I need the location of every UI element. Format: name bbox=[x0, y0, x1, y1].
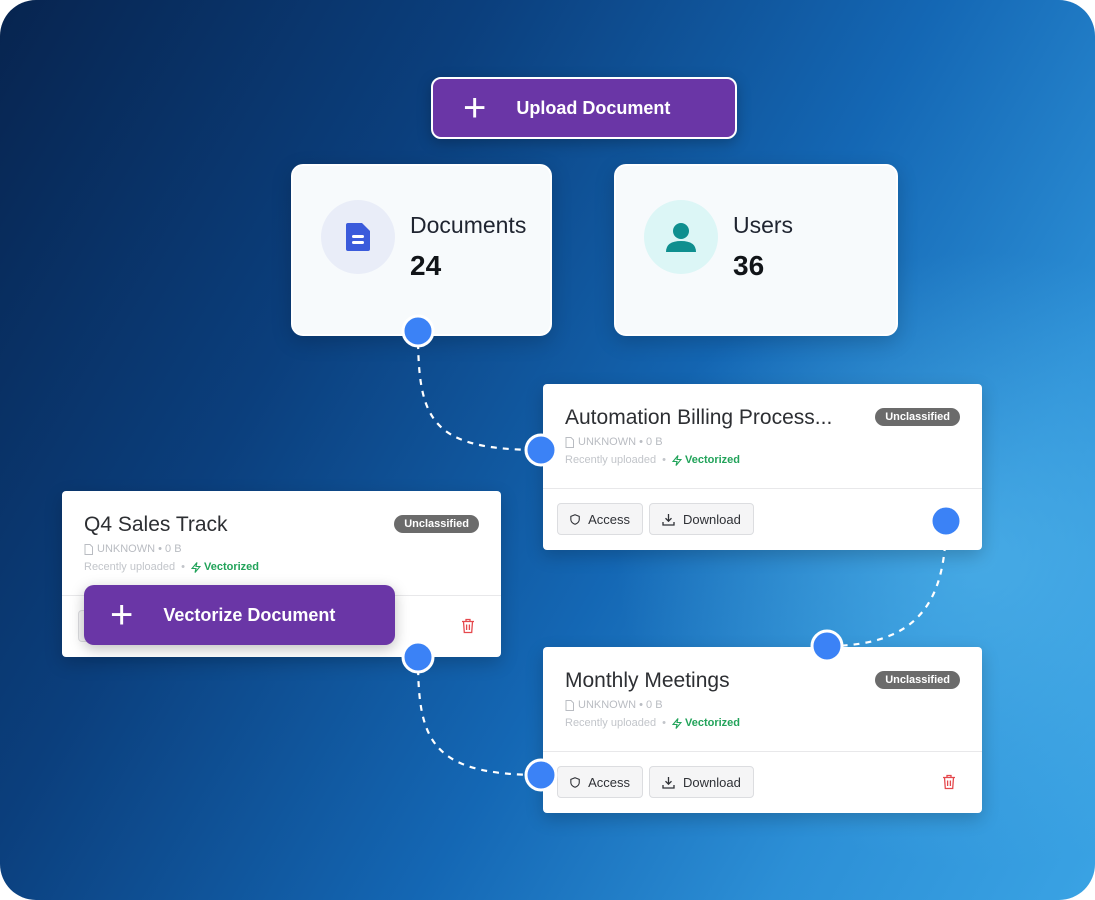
file-icon bbox=[565, 699, 574, 711]
vectorize-document-button[interactable]: + Vectorize Document bbox=[84, 585, 395, 645]
classification-badge: Unclassified bbox=[875, 671, 960, 689]
access-label: Access bbox=[588, 511, 630, 527]
upload-time: Recently uploaded bbox=[565, 454, 657, 466]
document-icon bbox=[346, 223, 370, 251]
document-meta: UNKNOWN • 0 B bbox=[565, 699, 663, 711]
lightning-icon bbox=[671, 717, 682, 729]
vectorized-status: Vectorized bbox=[190, 561, 260, 573]
download-button[interactable]: Download bbox=[649, 766, 754, 798]
card-divider bbox=[543, 751, 982, 752]
document-title: Q4 Sales Track bbox=[84, 513, 228, 536]
document-meta-text: UNKNOWN • 0 B bbox=[578, 436, 663, 448]
card-divider bbox=[543, 488, 982, 489]
users-stat-value: 36 bbox=[733, 250, 765, 281]
plus-icon: + bbox=[463, 86, 487, 130]
access-button[interactable]: Access bbox=[557, 766, 643, 798]
download-icon bbox=[662, 776, 675, 789]
access-button[interactable]: Access bbox=[557, 503, 643, 535]
lightning-icon bbox=[671, 454, 682, 466]
download-icon bbox=[662, 513, 675, 526]
shield-icon bbox=[570, 513, 580, 525]
upload-time: Recently uploaded bbox=[84, 561, 176, 573]
separator-dot: • bbox=[662, 454, 666, 466]
upload-document-label: Upload Document bbox=[516, 97, 671, 118]
document-title: Monthly Meetings bbox=[565, 669, 730, 692]
plus-icon: + bbox=[110, 593, 134, 637]
document-title: Automation Billing Process... bbox=[565, 406, 833, 429]
classification-badge: Unclassified bbox=[875, 408, 960, 426]
document-meta-text: UNKNOWN • 0 B bbox=[97, 543, 182, 555]
connector-q4-to-monthly bbox=[416, 656, 542, 777]
lightning-icon bbox=[190, 561, 201, 573]
access-label: Access bbox=[588, 774, 630, 790]
vectorized-status: Vectorized bbox=[671, 454, 741, 466]
separator-dot: • bbox=[181, 561, 185, 573]
vectorized-label: Vectorized bbox=[203, 561, 260, 573]
document-meta: UNKNOWN • 0 B bbox=[565, 436, 663, 448]
vectorize-document-label: Vectorize Document bbox=[163, 604, 336, 625]
document-meta-text: UNKNOWN • 0 B bbox=[578, 699, 663, 711]
document-status-row: Recently uploaded • Vectorized bbox=[84, 561, 259, 573]
document-card-monthly-meetings[interactable]: Monthly Meetings Unclassified UNKNOWN • … bbox=[543, 647, 982, 813]
users-stat-label: Users bbox=[733, 212, 794, 238]
document-card-automation-billing[interactable]: Automation Billing Process... Unclassifi… bbox=[543, 384, 982, 550]
file-icon bbox=[565, 436, 574, 448]
documents-stat-value: 24 bbox=[410, 250, 442, 281]
users-stat-card[interactable]: Users 36 bbox=[614, 164, 898, 336]
documents-stat-label: Documents bbox=[410, 212, 527, 238]
trash-icon[interactable] bbox=[461, 618, 475, 634]
background-canvas: Documents 24 Users 36 Automation Billing… bbox=[0, 0, 1095, 900]
document-meta: UNKNOWN • 0 B bbox=[84, 543, 182, 555]
user-icon bbox=[666, 223, 696, 252]
document-status-row: Recently uploaded • Vectorized bbox=[565, 717, 740, 729]
vectorized-status: Vectorized bbox=[671, 717, 741, 729]
download-button[interactable]: Download bbox=[649, 503, 754, 535]
connector-docs-to-billing bbox=[416, 330, 542, 452]
upload-document-button[interactable]: + Upload Document bbox=[431, 77, 737, 139]
documents-icon-circle bbox=[321, 200, 395, 274]
trash-icon[interactable] bbox=[942, 774, 956, 790]
shield-icon bbox=[570, 776, 580, 788]
file-icon bbox=[84, 543, 93, 555]
classification-badge: Unclassified bbox=[394, 515, 479, 533]
separator-dot: • bbox=[662, 717, 666, 729]
documents-stat-card[interactable]: Documents 24 bbox=[291, 164, 552, 336]
users-icon-circle bbox=[644, 200, 718, 274]
download-label: Download bbox=[683, 774, 741, 790]
vectorized-label: Vectorized bbox=[684, 717, 741, 729]
vectorized-label: Vectorized bbox=[684, 454, 741, 466]
upload-time: Recently uploaded bbox=[565, 717, 657, 729]
download-label: Download bbox=[683, 511, 741, 527]
document-status-row: Recently uploaded • Vectorized bbox=[565, 454, 740, 466]
